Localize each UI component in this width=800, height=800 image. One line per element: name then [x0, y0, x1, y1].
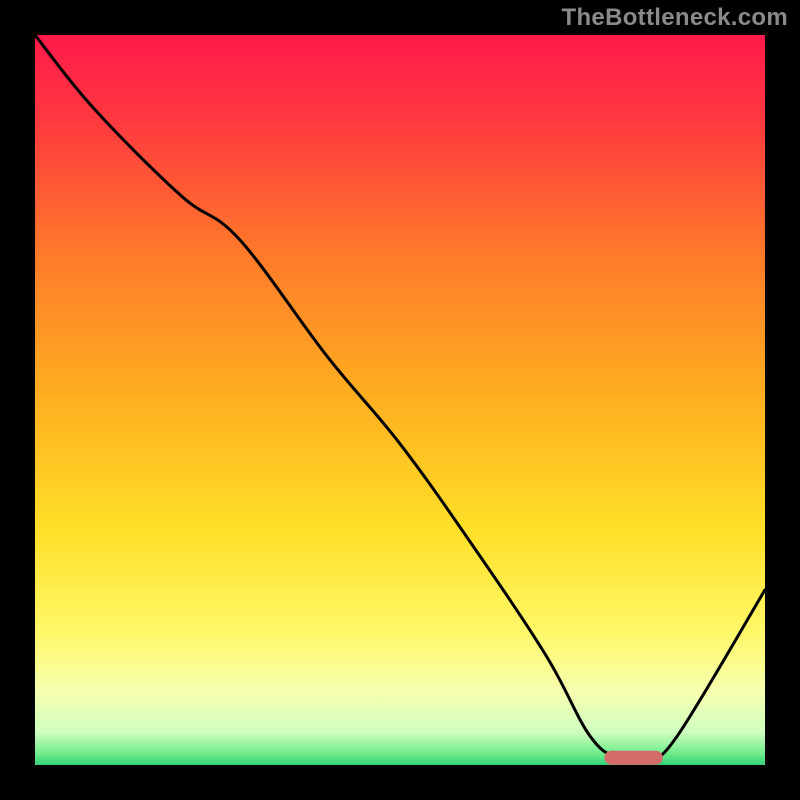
watermark-label: TheBottleneck.com [562, 4, 788, 32]
plot-area [35, 35, 765, 765]
gradient-background [35, 35, 765, 765]
chart-svg [35, 35, 765, 765]
optimum-marker [604, 751, 662, 765]
chart-container: TheBottleneck.com [0, 0, 800, 800]
